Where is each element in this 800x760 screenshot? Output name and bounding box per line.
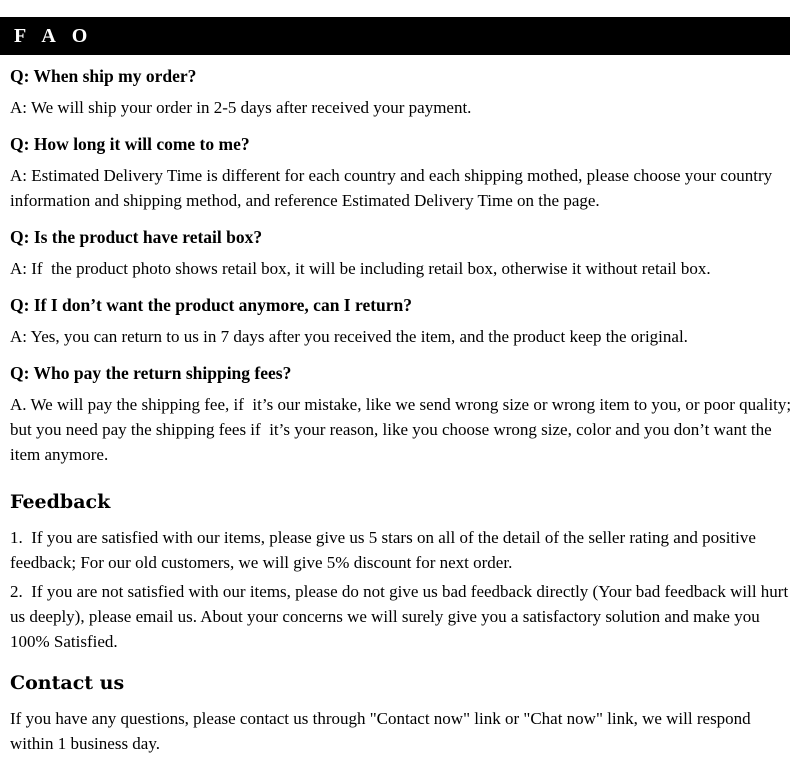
faq-question: Q: How long it will come to me? [10, 134, 250, 154]
feedback-item: 2. If you are not satisfied with our ite… [10, 582, 793, 651]
feedback-section: Feedback 1. If you are satisfied with ou… [10, 491, 792, 654]
faq-answer: A. We will pay the shipping fee, if it’s… [10, 395, 796, 464]
feedback-heading: Feedback [10, 491, 111, 513]
page-title: F A O [14, 25, 94, 47]
contact-section: Contact us If you have any questions, pl… [10, 672, 792, 756]
faq-answer: A: We will ship your order in 2-5 days a… [10, 98, 472, 117]
feedback-list: 1. If you are satisfied with our items, … [10, 525, 792, 654]
contact-paragraph: If you have any questions, please contac… [10, 709, 755, 753]
faq-item: Q: How long it will come to me? A: Estim… [10, 134, 792, 213]
faq-content: Q: When ship my order? A: We will ship y… [10, 66, 792, 760]
faq-item: Q: Who pay the return shipping fees? A. … [10, 363, 792, 467]
faq-question: Q: Is the product have retail box? [10, 227, 263, 247]
faq-answer: A: If the product photo shows retail box… [10, 259, 711, 278]
faq-answer: A: Yes, you can return to us in 7 days a… [10, 327, 688, 346]
faq-question: Q: When ship my order? [10, 66, 197, 86]
faq-item: Q: When ship my order? A: We will ship y… [10, 66, 792, 120]
faq-page: F A O Q: When ship my order? A: We will … [0, 0, 800, 753]
faq-item: Q: If I don’t want the product anymore, … [10, 295, 792, 349]
faq-title-bar: F A O [0, 17, 790, 55]
feedback-item: 1. If you are satisfied with our items, … [10, 528, 761, 572]
faq-item: Q: Is the product have retail box? A: If… [10, 227, 792, 281]
faq-answer: A: Estimated Delivery Time is different … [10, 166, 777, 210]
faq-question: Q: Who pay the return shipping fees? [10, 363, 292, 383]
contact-heading: Contact us [10, 672, 125, 694]
faq-question: Q: If I don’t want the product anymore, … [10, 295, 413, 315]
